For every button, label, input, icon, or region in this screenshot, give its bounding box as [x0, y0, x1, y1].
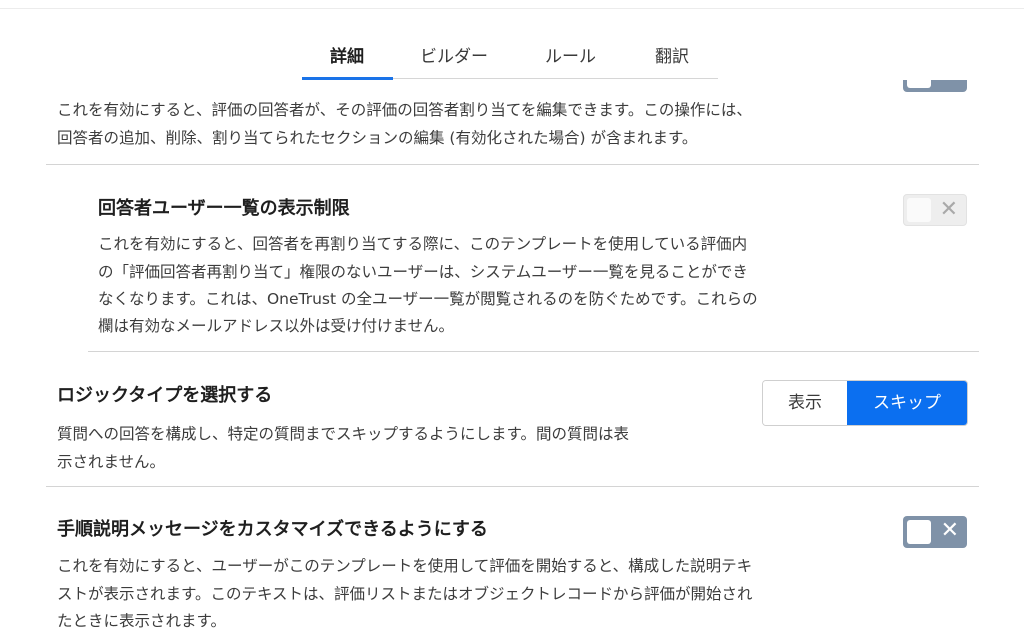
- restrict-user-list-title: 回答者ユーザー一覧の表示制限: [98, 198, 350, 219]
- logic-type-description-2: 示されません。: [57, 453, 166, 471]
- restrict-user-list-description-1: これを有効にすると、回答者を再割り当てする際に、このテンプレートを使用している評…: [98, 235, 748, 253]
- edit-respondents-description-2: 回答者の追加、削除、割り当てられたセクションの編集 (有効化された場合) が含ま…: [57, 129, 698, 147]
- close-icon: ✕: [940, 518, 959, 543]
- toggle-knob: [907, 80, 931, 88]
- edit-respondents-description-1: これを有効にすると、評価の回答者が、その評価の回答者割り当てを編集できます。この…: [57, 101, 752, 119]
- custom-instructions-title: 手順説明メッセージをカスタマイズできるようにする: [57, 519, 488, 540]
- custom-instructions-description-1: これを有効にすると、ユーザーがこのテンプレートを使用して評価を開始すると、構成し…: [57, 557, 753, 575]
- tab-details[interactable]: 詳細: [330, 42, 364, 67]
- restrict-user-list-description-3: なくなります。これは、OneTrust の全ユーザー一覧が閲覧されるのを防ぐため…: [98, 290, 758, 308]
- custom-instructions-description-2: ストが表示されます。このテキストは、評価リストまたはオブジェクトレコードから評価…: [57, 585, 753, 603]
- toggle-knob: [907, 520, 931, 544]
- logic-type-title: ロジックタイプを選択する: [57, 385, 273, 406]
- section-divider: [88, 351, 979, 352]
- logic-type-show-option[interactable]: 表示: [763, 381, 847, 425]
- custom-instructions-description-3: たときに表示されます。: [57, 612, 226, 630]
- logic-type-skip-option[interactable]: スキップ: [847, 381, 967, 425]
- tab-bar: 詳細 ビルダー ルール 翻訳: [0, 0, 1024, 80]
- tab-builder[interactable]: ビルダー: [420, 42, 488, 67]
- toggle-knob: [907, 198, 931, 222]
- custom-instructions-toggle[interactable]: ✕: [903, 516, 967, 548]
- tab-rules[interactable]: ルール: [545, 42, 596, 67]
- edit-respondents-toggle[interactable]: ✕: [903, 80, 967, 92]
- restrict-user-list-description-4: 欄は有効なメールアドレス以外は受け付けません。: [98, 317, 455, 335]
- restrict-user-list-toggle[interactable]: ✕: [903, 194, 967, 226]
- logic-type-selector: 表示 スキップ: [762, 380, 968, 426]
- close-icon: ✕: [941, 80, 959, 87]
- section-divider: [46, 486, 979, 487]
- section-divider: [46, 164, 979, 165]
- restrict-user-list-description-2: の「評価回答者再割り当て」権限のないユーザーは、システムユーザー一覧を見ることが…: [98, 263, 748, 281]
- close-icon: ✕: [939, 197, 958, 222]
- tab-translation[interactable]: 翻訳: [655, 42, 689, 67]
- logic-type-description-1: 質問への回答を構成し、特定の質問までスキップするようにします。間の質問は表: [57, 425, 629, 443]
